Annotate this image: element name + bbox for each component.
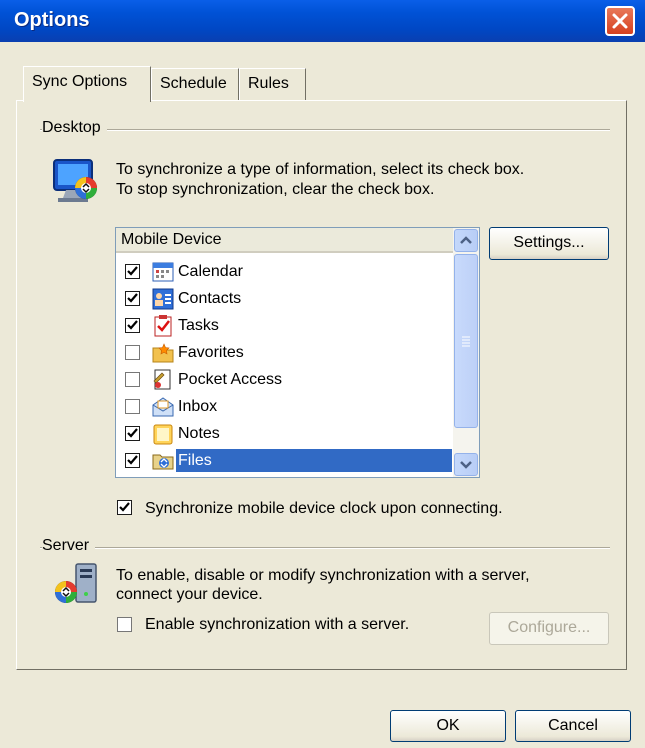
tab-rules[interactable]: Rules [239, 68, 306, 100]
settings-button[interactable]: Settings... [489, 227, 609, 260]
scroll-up-button[interactable] [454, 229, 478, 252]
server-group-label: Server [42, 537, 96, 555]
pocket-access-label: Pocket Access [178, 371, 283, 388]
checkmark-icon [127, 455, 138, 465]
list-scrollbar[interactable] [453, 228, 479, 477]
checkmark-icon [127, 428, 138, 438]
inbox-icon [152, 396, 174, 418]
pocket-access-icon [152, 369, 174, 391]
pocket-access-checkbox[interactable] [125, 372, 140, 387]
tab-label: Sync Options [32, 73, 128, 90]
checkmark-icon [127, 320, 138, 330]
list-item-favorites[interactable]: Favorites [116, 339, 453, 366]
tab-label: Schedule [160, 75, 227, 92]
list-item-files[interactable]: Files [116, 447, 453, 474]
title-bar[interactable]: Options [0, 0, 645, 42]
sync-clock-checkbox[interactable] [117, 500, 132, 515]
list-item-tasks[interactable]: Tasks [116, 312, 453, 339]
close-button[interactable] [605, 6, 635, 36]
notes-checkbox[interactable] [125, 426, 140, 441]
close-icon [612, 13, 628, 29]
favorites-icon [152, 342, 174, 364]
server-instructions-line1: To enable, disable or modify synchroniza… [116, 567, 530, 584]
ok-button[interactable]: OK [390, 710, 506, 742]
chevron-down-icon [460, 461, 472, 469]
favorites-label: Favorites [178, 344, 244, 361]
list-column-header[interactable]: Mobile Device [116, 228, 453, 253]
desktop-instructions-line2: To stop synchronization, clear the check… [116, 181, 435, 198]
cancel-button-label: Cancel [548, 717, 598, 734]
server-instructions-line2: connect your device. [116, 586, 263, 603]
desktop-instructions-line1: To synchronize a type of information, se… [116, 161, 525, 178]
chevron-up-icon [460, 236, 472, 244]
enable-server-sync-checkbox[interactable] [117, 617, 132, 632]
list-item-pocket-access[interactable]: Pocket Access [116, 366, 453, 393]
sync-clock-label[interactable]: Synchronize mobile device clock upon con… [145, 499, 503, 518]
list-header-label: Mobile Device [121, 231, 222, 248]
scroll-thumb[interactable] [454, 254, 478, 428]
tab-label: Rules [248, 75, 289, 92]
files-icon [152, 450, 174, 472]
desktop-group-divider [40, 129, 610, 131]
scroll-down-button[interactable] [454, 453, 478, 476]
inbox-checkbox[interactable] [125, 399, 140, 414]
calendar-icon [152, 261, 174, 283]
desktop-sync-icon [50, 158, 102, 206]
checkmark-icon [119, 502, 130, 512]
files-checkbox[interactable] [125, 453, 140, 468]
contacts-checkbox[interactable] [125, 291, 140, 306]
configure-button-label: Configure... [507, 619, 591, 636]
desktop-group-label: Desktop [42, 119, 107, 137]
tasks-label: Tasks [178, 317, 219, 334]
checkmark-icon [127, 266, 138, 276]
options-dialog: Options Sync Options Schedule Rules Desk… [0, 0, 645, 748]
list-item-inbox[interactable]: Inbox [116, 393, 453, 420]
calendar-checkbox[interactable] [125, 264, 140, 279]
calendar-label: Calendar [178, 263, 243, 280]
configure-button[interactable]: Configure... [489, 612, 609, 645]
mobile-device-list[interactable]: Mobile Device Calendar Contacts Tasks Fa… [115, 227, 480, 478]
tab-schedule[interactable]: Schedule [151, 68, 239, 100]
tab-sync-options[interactable]: Sync Options [23, 66, 151, 102]
checkmark-icon [127, 293, 138, 303]
cancel-button[interactable]: Cancel [515, 710, 631, 742]
favorites-checkbox[interactable] [125, 345, 140, 360]
files-label: Files [176, 449, 452, 472]
enable-server-sync-label[interactable]: Enable synchronization with a server. [145, 615, 409, 634]
ok-button-label: OK [436, 717, 460, 734]
list-item-contacts[interactable]: Contacts [116, 285, 453, 312]
settings-button-label: Settings... [513, 234, 585, 251]
inbox-label: Inbox [178, 398, 218, 415]
contacts-icon [152, 288, 174, 310]
server-sync-icon [52, 562, 104, 608]
tasks-icon [152, 315, 174, 337]
server-group-divider [40, 547, 610, 549]
list-item-calendar[interactable]: Calendar [116, 258, 453, 285]
contacts-label: Contacts [178, 290, 242, 307]
tasks-checkbox[interactable] [125, 318, 140, 333]
list-item-notes[interactable]: Notes [116, 420, 453, 447]
notes-icon [152, 423, 174, 445]
notes-label: Notes [178, 425, 220, 442]
window-title: Options [14, 9, 90, 31]
